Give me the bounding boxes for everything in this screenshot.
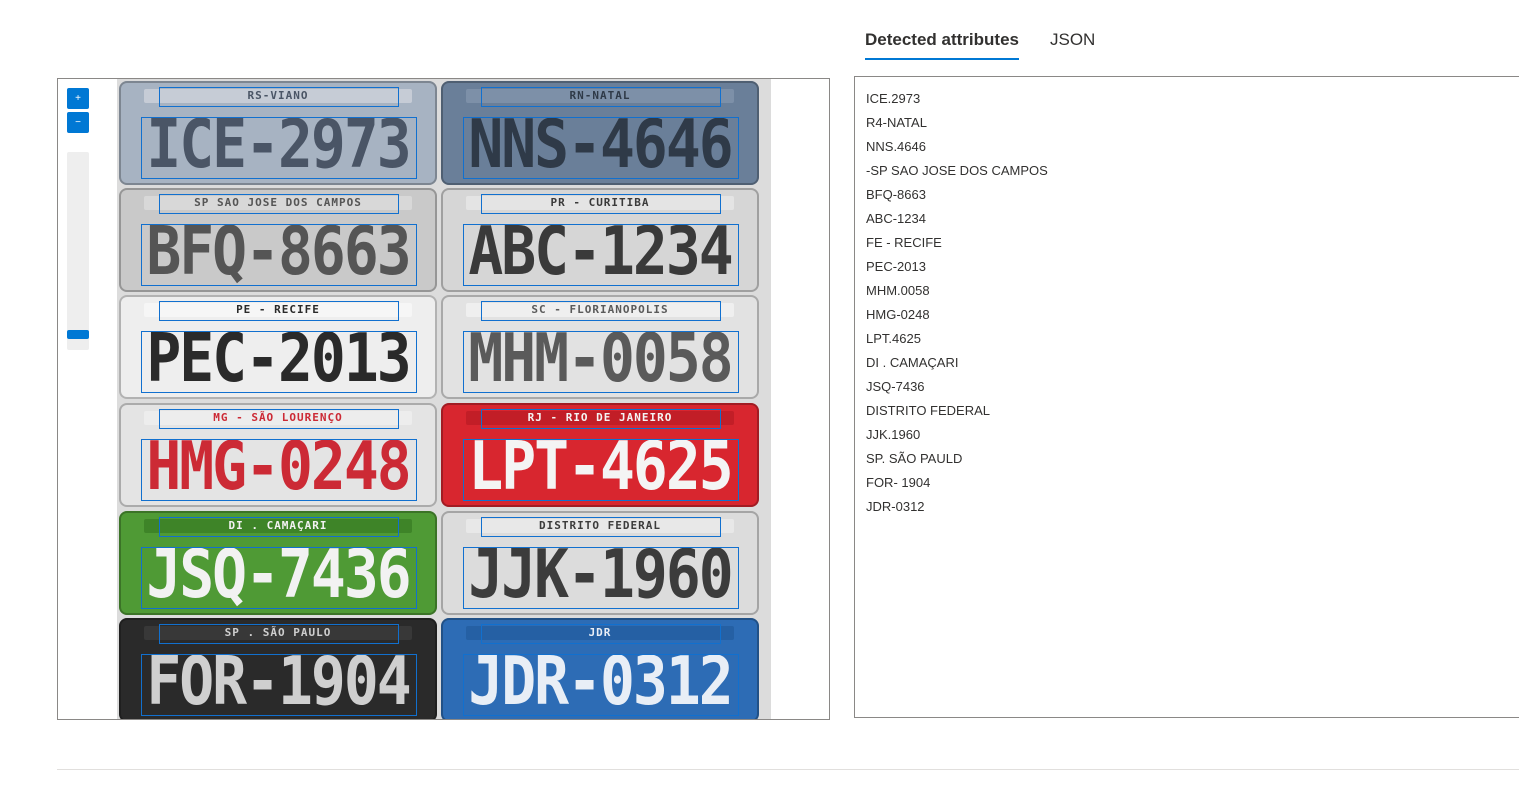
detection-box[interactable] — [463, 224, 739, 286]
tab-json[interactable]: JSON — [1050, 30, 1095, 58]
detection-box[interactable] — [141, 117, 417, 179]
attribute-item: SP. SÃO PAULD — [866, 451, 963, 466]
attribute-item: ABC-1234 — [866, 211, 926, 226]
zoom-slider-thumb[interactable] — [67, 330, 89, 339]
zoom-out-button[interactable]: − — [67, 112, 89, 133]
detection-box[interactable] — [159, 194, 399, 214]
top-link-fragment — [240, 0, 300, 4]
attribute-item: HMG-0248 — [866, 307, 930, 322]
license-plates-image: RS-VIANO ICE-2973 RN-NATAL NNS-4646 SP SAO J… — [117, 79, 771, 719]
detection-box[interactable] — [463, 547, 739, 609]
attribute-item: R4-NATAL — [866, 115, 927, 130]
detection-box[interactable] — [159, 301, 399, 321]
attribute-item: MHM.0058 — [866, 283, 930, 298]
detection-box[interactable] — [159, 624, 399, 644]
detection-box[interactable] — [481, 87, 721, 107]
detection-box[interactable] — [141, 439, 417, 501]
divider — [57, 769, 1519, 770]
zoom-in-button[interactable]: + — [67, 88, 89, 109]
detection-box[interactable] — [481, 301, 721, 321]
detection-box[interactable] — [141, 547, 417, 609]
detection-box[interactable] — [141, 331, 417, 393]
attribute-item: FOR- 1904 — [866, 475, 931, 490]
attribute-item: PEC-2013 — [866, 259, 926, 274]
detected-attributes-panel: ICE.2973 R4-NATAL NNS.4646 -SP SAO JOSE DOS… — [854, 76, 1519, 718]
detection-box[interactable] — [159, 87, 399, 107]
detection-box[interactable] — [463, 117, 739, 179]
detection-box[interactable] — [159, 409, 399, 429]
detection-box[interactable] — [481, 194, 721, 214]
detection-box[interactable] — [481, 409, 721, 429]
attribute-item: DISTRITO FEDERAL — [866, 403, 991, 418]
detection-box[interactable] — [481, 624, 721, 644]
tab-detected-attributes[interactable]: Detected attributes — [865, 30, 1019, 60]
attribute-item: JSQ-7436 — [866, 379, 925, 394]
attribute-item: JDR-0312 — [866, 499, 925, 514]
attribute-item: DI . CAMAÇARI — [866, 355, 959, 370]
detection-box[interactable] — [159, 517, 399, 537]
attribute-item: LPT.4625 — [866, 331, 921, 346]
attribute-item: JJK.1960 — [866, 427, 921, 442]
detection-box[interactable] — [481, 517, 721, 537]
attribute-item: ICE.2973 — [866, 91, 921, 106]
detection-box[interactable] — [463, 331, 739, 393]
detection-box[interactable] — [463, 654, 739, 716]
attribute-item: -SP SAO JOSE DOS CAMPOS — [866, 163, 1048, 178]
image-viewer[interactable]: + − RS-VIANO ICE-2973 RN-NATAL NNS-4646 SP S… — [57, 78, 830, 720]
zoom-slider[interactable] — [67, 152, 89, 350]
attribute-item: BFQ-8663 — [866, 187, 926, 202]
attribute-list: ICE.2973 R4-NATAL NNS.4646 -SP SAO JOSE DOS… — [866, 87, 1048, 519]
detection-box[interactable] — [463, 439, 739, 501]
attribute-item: FE - RECIFE — [866, 235, 942, 250]
detection-box[interactable] — [141, 654, 417, 716]
attribute-item: NNS.4646 — [866, 139, 926, 154]
detection-box[interactable] — [141, 224, 417, 286]
